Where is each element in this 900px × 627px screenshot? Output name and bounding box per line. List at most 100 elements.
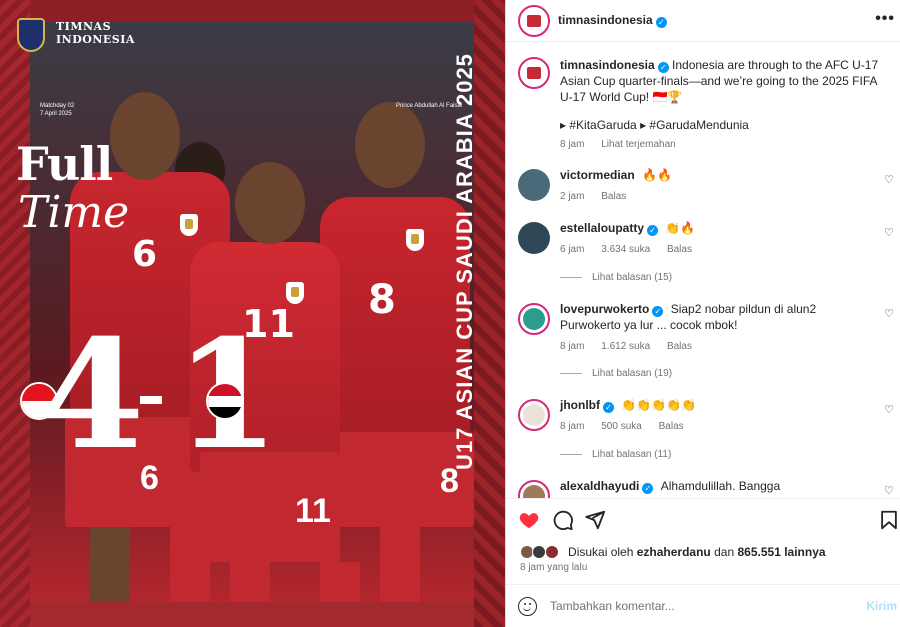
verified-badge-icon: ✓ (655, 17, 667, 28)
avatar[interactable] (518, 399, 550, 431)
reply-button[interactable]: Balas (667, 244, 692, 255)
view-replies-link[interactable]: Lihat balasan (11) (560, 449, 671, 460)
post-details-panel: timnasindonesia ✓ ••• timnasindonesia ✓ In… (505, 0, 900, 627)
avatar[interactable] (518, 222, 550, 254)
comment-input[interactable] (550, 596, 850, 616)
comment-bubble-icon[interactable] (552, 509, 574, 531)
comment-item: jhonlbf ✓ 👏👏👏👏👏 8 jam 500 suka Balas ♡ (518, 397, 894, 437)
liked-heart-icon[interactable] (518, 509, 540, 531)
comment-likes[interactable]: 500 suka (601, 421, 642, 432)
player-head (110, 92, 180, 180)
comment-username[interactable]: lovepurwokerto (560, 302, 649, 316)
bookmark-icon[interactable] (878, 509, 900, 531)
comment-time: 2 jam (560, 191, 585, 202)
brand-wordmark: TIMNAS INDONESIA (56, 20, 135, 46)
comment-item: victormedian 🔥🔥 2 jam Balas ♡ (518, 167, 894, 207)
post-timestamp[interactable]: 8 jam yang lalu (520, 562, 587, 573)
comment-username[interactable]: alexaldhayudi (560, 479, 639, 493)
view-replies-link[interactable]: Lihat balasan (19) (560, 368, 672, 379)
post-action-bar: Disukai oleh ezhaherdanu dan 865.551 lai… (506, 498, 900, 584)
comment-text-block: estellaloupatty ✓ 👏🔥 (560, 220, 880, 236)
reply-button[interactable]: Balas (659, 421, 684, 432)
comment-username[interactable]: estellaloupatty (560, 221, 644, 235)
likes-summary[interactable]: Disukai oleh ezhaherdanu dan 865.551 lai… (520, 545, 826, 559)
tournament-title: U17 ASIAN CUP SAUDI ARABIA 2025 (452, 53, 477, 470)
comment-likes[interactable]: 3.634 suka (601, 244, 650, 255)
view-replies-link[interactable]: Lihat balasan (15) (560, 272, 672, 283)
comment-username[interactable]: jhonlbf (560, 398, 600, 412)
jersey-number: 8 (368, 277, 396, 323)
player-socks (230, 562, 270, 602)
share-send-icon[interactable] (584, 509, 606, 531)
liked-by-prefix: Disukai oleh (568, 545, 634, 559)
yemen-flag-icon (206, 382, 244, 420)
avatar[interactable] (518, 480, 550, 498)
verified-badge-icon: ✓ (602, 402, 614, 413)
comment-meta: 8 jam 500 suka Balas (560, 421, 698, 432)
liked-by-count[interactable]: 865.551 lainnya (737, 545, 825, 559)
comment-meta: 6 jam 3.634 suka Balas (560, 244, 706, 255)
decorative-stripe (0, 0, 30, 627)
more-options-icon[interactable]: ••• (875, 10, 895, 28)
jersey-number: 11 (295, 492, 331, 530)
liker-avatar (544, 545, 559, 559)
player-socks (320, 562, 360, 602)
header-username[interactable]: timnasindonesia (558, 13, 653, 27)
caption-username[interactable]: timnasindonesia (560, 58, 655, 72)
send-comment-button[interactable]: Kirim (866, 599, 897, 613)
caption-hashtags[interactable]: ▸ #KitaGaruda ▸ #GarudaMendunia (560, 117, 880, 133)
pssi-crest-logo (17, 18, 45, 52)
comment-text: Alhamdulillah. Bangga (660, 479, 781, 493)
comment-text: 🔥🔥 (642, 168, 672, 182)
score-separator (140, 396, 162, 404)
caption-time: 8 jam (560, 139, 585, 150)
match-date: 7 April 2025 (40, 111, 72, 117)
comment-time: 8 jam (560, 341, 585, 352)
comment-item: lovepurwokerto ✓ Siap2 nobar pildun di al… (518, 301, 894, 357)
avatar[interactable] (518, 5, 550, 37)
matchday-label: Matchday 02 7 April 2025 (40, 102, 74, 118)
translate-link[interactable]: Lihat terjemahan (601, 139, 676, 150)
comment-text-block: lovepurwokerto ✓ Siap2 nobar pildun di al… (560, 301, 880, 333)
comment-time: 8 jam (560, 421, 585, 432)
comment-composer: Kirim (506, 584, 900, 627)
reply-button[interactable]: Balas (667, 341, 692, 352)
avatar[interactable] (518, 57, 550, 89)
comment-like-heart-icon[interactable]: ♡ (884, 486, 894, 497)
jersey-number: 6 (132, 234, 158, 275)
liked-by-mid: dan (714, 545, 735, 559)
caption-text-block: timnasindonesia ✓ Indonesia are through t… (560, 57, 880, 105)
comment-like-heart-icon[interactable]: ♡ (884, 175, 894, 186)
player-socks (380, 527, 420, 602)
post-header: timnasindonesia ✓ ••• (506, 0, 900, 42)
comment-username[interactable]: victormedian (560, 168, 635, 182)
comment-item: estellaloupatty ✓ 👏🔥 6 jam 3.634 suka Bal… (518, 220, 894, 260)
liked-by-user[interactable]: ezhaherdanu (637, 545, 711, 559)
post-image[interactable]: 6 6 8 8 11 11 TIMNAS INDONESIA Matchday … (0, 0, 505, 627)
headline-time: Time (18, 187, 130, 238)
header-username-wrap: timnasindonesia ✓ (558, 13, 667, 28)
verified-badge-icon: ✓ (647, 225, 659, 236)
player-head (355, 102, 425, 188)
garuda-badge (406, 229, 424, 251)
verified-badge-icon: ✓ (652, 306, 664, 317)
comments-list[interactable]: timnasindonesia ✓ Indonesia are through t… (506, 43, 900, 498)
decorative-stripe (474, 0, 505, 627)
player-shirt: 8 (320, 197, 470, 437)
comment-meta: 8 jam 1.612 suka Balas (560, 341, 706, 352)
comment-time: 6 jam (560, 244, 585, 255)
comment-like-heart-icon[interactable]: ♡ (884, 228, 894, 239)
comment-text: 👏👏👏👏👏 (621, 398, 697, 412)
avatar[interactable] (518, 169, 550, 201)
caption-meta: 8 jam Lihat terjemahan (560, 139, 690, 150)
avatar[interactable] (518, 303, 550, 335)
player-head (235, 162, 305, 244)
verified-badge-icon: ✓ (657, 62, 669, 73)
comment-likes[interactable]: 1.612 suka (601, 341, 650, 352)
reply-button[interactable]: Balas (601, 191, 626, 202)
headline-full: Full (16, 137, 113, 191)
comment-like-heart-icon[interactable]: ♡ (884, 309, 894, 320)
comment-like-heart-icon[interactable]: ♡ (884, 405, 894, 416)
comment-text: 👏🔥 (665, 221, 696, 235)
emoji-picker-icon[interactable] (518, 597, 537, 616)
